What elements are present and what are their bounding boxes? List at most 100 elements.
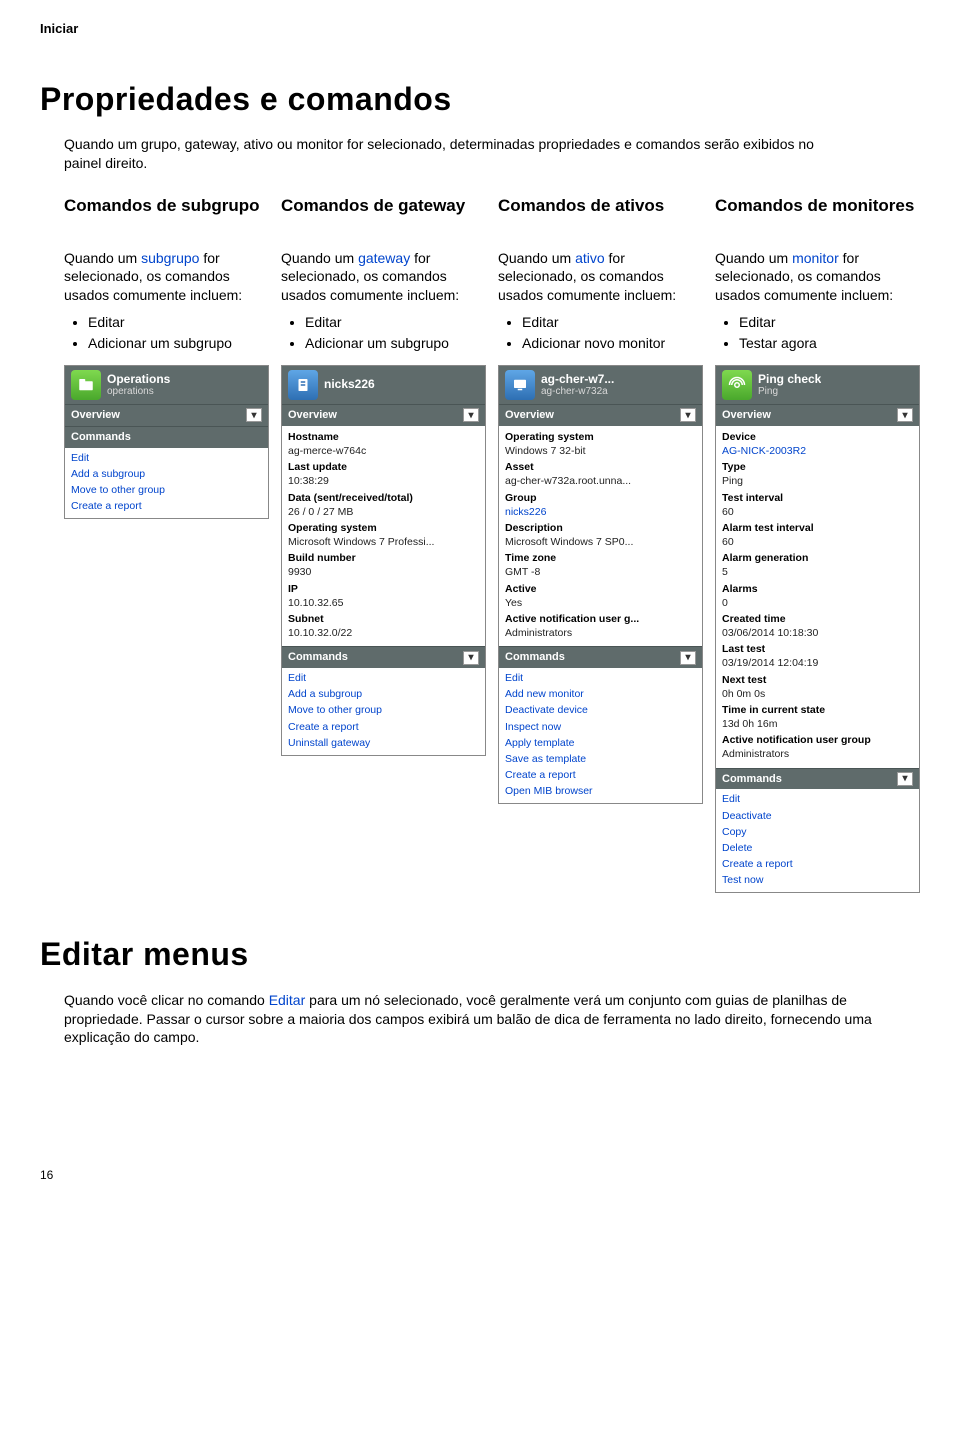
cmd-save-template[interactable]: Save as template [505, 751, 696, 767]
cmd-test-now[interactable]: Test now [722, 872, 913, 888]
chevron-down-icon[interactable]: ▾ [897, 408, 913, 422]
kv-row: Data (sent/received/total)26 / 0 / 27 MB [288, 491, 479, 519]
bullets-ativos: Editar Adicionar novo monitor [498, 313, 703, 353]
col-ativos: Comandos de ativos Quando um ativo for s… [498, 195, 703, 894]
list-item: Testar agora [739, 334, 920, 353]
cmd-deactivate[interactable]: Deactivate [722, 808, 913, 824]
kv-row: Active notification user g...Administrat… [505, 612, 696, 640]
computer-icon [505, 370, 535, 400]
overview-bar[interactable]: Overview ▾ [282, 404, 485, 426]
section-title-propriedades: Propriedades e comandos [40, 78, 920, 121]
col-heading-gateway: Comandos de gateway [281, 195, 486, 239]
kv-row: Operating systemMicrosoft Windows 7 Prof… [288, 521, 479, 549]
kv-row: Assetag-cher-w732a.root.unna... [505, 460, 696, 488]
panel-title: Operations [107, 373, 170, 386]
ping-icon [722, 370, 752, 400]
col-monitores: Comandos de monitores Quando um monitor … [715, 195, 920, 894]
cmd-edit[interactable]: Edit [505, 670, 696, 686]
kv-row: Last test03/19/2014 12:04:19 [722, 642, 913, 670]
cmd-delete[interactable]: Delete [722, 840, 913, 856]
kv-row: Active notification user groupAdministra… [722, 733, 913, 761]
cmd-add-monitor[interactable]: Add new monitor [505, 686, 696, 702]
kv-row: Test interval60 [722, 491, 913, 519]
col-desc-ativos: Quando um ativo for selecionado, os coma… [498, 249, 703, 306]
overview-bar[interactable]: Overview ▾ [716, 404, 919, 426]
bullets-subgrupo: Editar Adicionar um subgrupo [64, 313, 269, 353]
list-item: Editar [305, 313, 486, 332]
kv-row: Next test0h 0m 0s [722, 673, 913, 701]
kv-row: DeviceAG-NICK-2003R2 [722, 430, 913, 458]
link-editar[interactable]: Editar [269, 992, 306, 1008]
commands-bar[interactable]: Commands ▾ [282, 646, 485, 668]
cmd-copy[interactable]: Copy [722, 824, 913, 840]
col-desc-subgrupo: Quando um subgrupo for selecionado, os c… [64, 249, 269, 306]
commands-bar[interactable]: Commands ▾ [499, 646, 702, 668]
cmd-inspect-now[interactable]: Inspect now [505, 719, 696, 735]
col-desc-monitores: Quando um monitor for selecionado, os co… [715, 249, 920, 306]
col-subgrupo: Comandos de subgrupo Quando um subgrupo … [64, 195, 269, 894]
cmd-open-mib[interactable]: Open MIB browser [505, 783, 696, 799]
cmd-create-report[interactable]: Create a report [505, 767, 696, 783]
link-gateway[interactable]: gateway [358, 250, 410, 266]
panel-subtitle: operations [107, 386, 170, 397]
link-subgrupo[interactable]: subgrupo [141, 250, 199, 266]
panel-subtitle: Ping [758, 386, 821, 397]
kv-row: Time zoneGMT -8 [505, 551, 696, 579]
chevron-down-icon[interactable]: ▾ [897, 772, 913, 786]
col-heading-monitores: Comandos de monitores [715, 195, 920, 239]
panel-header: ag-cher-w7... ag-cher-w732a [499, 366, 702, 404]
kv-row: Alarm test interval60 [722, 521, 913, 549]
panel-subtitle: ag-cher-w732a [541, 386, 614, 397]
commands-label: Commands [71, 430, 131, 445]
chevron-down-icon[interactable]: ▾ [680, 408, 696, 422]
cmd-create-report[interactable]: Create a report [722, 856, 913, 872]
overview-bar[interactable]: Overview ▾ [499, 404, 702, 426]
kv-row: Build number9930 [288, 551, 479, 579]
panel-ping-check: Ping check Ping Overview ▾ DeviceAG-NICK… [715, 365, 920, 894]
text: Quando um [498, 250, 575, 266]
chevron-down-icon[interactable]: ▾ [463, 651, 479, 665]
chevron-down-icon[interactable]: ▾ [680, 651, 696, 665]
kv-row: Groupnicks226 [505, 491, 696, 519]
text: Quando um [64, 250, 141, 266]
cmd-create-report[interactable]: Create a report [71, 498, 262, 514]
commands-label: Commands [505, 650, 565, 665]
overview-label: Overview [71, 408, 120, 423]
link-ativo[interactable]: ativo [575, 250, 605, 266]
kv-row: ActiveYes [505, 582, 696, 610]
bullets-monitores: Editar Testar agora [715, 313, 920, 353]
folder-icon [71, 370, 101, 400]
commands-list: Edit Add new monitor Deactivate device I… [499, 668, 702, 803]
kv-row: IP10.10.32.65 [288, 582, 479, 610]
cmd-edit[interactable]: Edit [722, 791, 913, 807]
list-item: Adicionar um subgrupo [88, 334, 269, 353]
cmd-apply-template[interactable]: Apply template [505, 735, 696, 751]
cmd-create-report[interactable]: Create a report [288, 719, 479, 735]
overview-kv: Operating systemWindows 7 32-bit Assetag… [499, 426, 702, 646]
commands-bar[interactable]: Commands ▾ [716, 768, 919, 790]
cmd-add-subgroup[interactable]: Add a subgroup [71, 466, 262, 482]
panel-gateway-nicks226: nicks226 Overview ▾ Hostnameag-merce-w76… [281, 365, 486, 756]
kv-row: Subnet10.10.32.0/22 [288, 612, 479, 640]
chevron-down-icon[interactable]: ▾ [246, 408, 262, 422]
cmd-edit[interactable]: Edit [71, 450, 262, 466]
commands-label: Commands [288, 650, 348, 665]
chevron-down-icon[interactable]: ▾ [463, 408, 479, 422]
col-desc-gateway: Quando um gateway for selecionado, os co… [281, 249, 486, 306]
list-item: Adicionar um subgrupo [305, 334, 486, 353]
overview-bar[interactable]: Overview ▾ [65, 404, 268, 426]
panel-header: Ping check Ping [716, 366, 919, 404]
commands-list: Edit Add a subgroup Move to other group … [282, 668, 485, 755]
cmd-add-subgroup[interactable]: Add a subgroup [288, 686, 479, 702]
panel-title: ag-cher-w7... [541, 373, 614, 386]
col-gateway: Comandos de gateway Quando um gateway fo… [281, 195, 486, 894]
cmd-deactivate-device[interactable]: Deactivate device [505, 702, 696, 718]
text: Quando um [715, 250, 792, 266]
cmd-move-group[interactable]: Move to other group [288, 702, 479, 718]
cmd-edit[interactable]: Edit [288, 670, 479, 686]
cmd-move-group[interactable]: Move to other group [71, 482, 262, 498]
link-monitor[interactable]: monitor [792, 250, 839, 266]
list-item: Editar [522, 313, 703, 332]
commands-columns: Comandos de subgrupo Quando um subgrupo … [64, 195, 920, 894]
cmd-uninstall-gateway[interactable]: Uninstall gateway [288, 735, 479, 751]
